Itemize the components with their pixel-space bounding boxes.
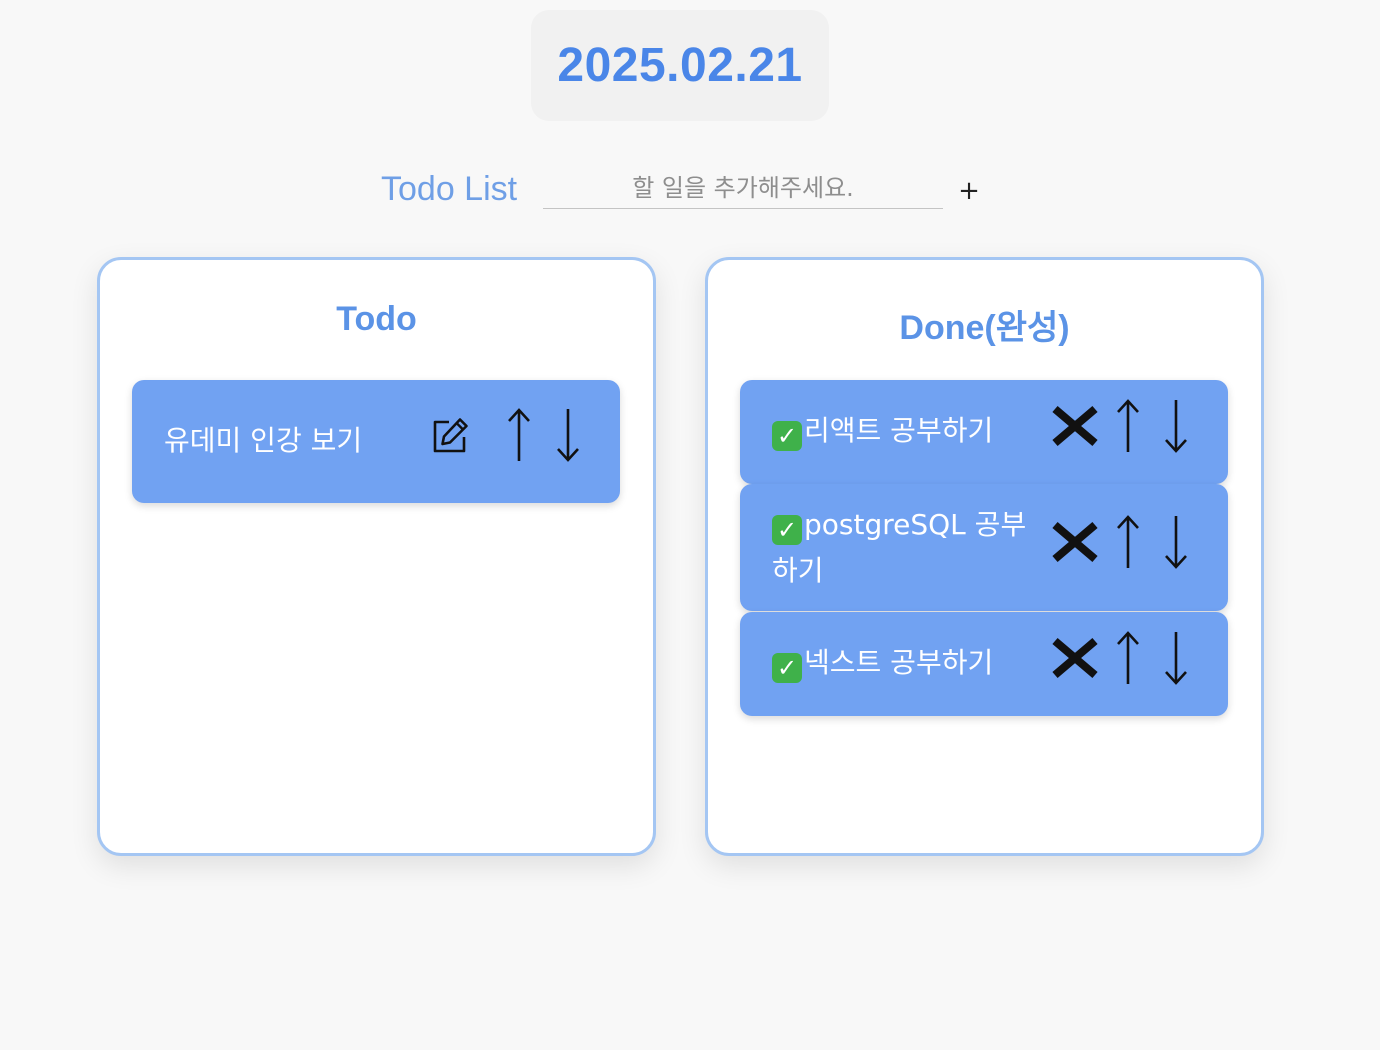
x-icon[interactable] bbox=[1048, 634, 1102, 682]
arrow-up-icon[interactable] bbox=[1114, 396, 1142, 456]
todo-item-text: 유데미 인강 보기 bbox=[164, 424, 363, 457]
edit-icon[interactable] bbox=[428, 414, 472, 458]
done-item-text: ✓ postgreSQL 공부하기 bbox=[772, 502, 1026, 594]
arrow-up-icon[interactable] bbox=[1114, 512, 1142, 572]
x-icon[interactable] bbox=[1048, 518, 1102, 566]
done-item-label-line2: 하기 bbox=[772, 554, 824, 587]
todo-panel: Todo 유데미 인강 보기 bbox=[97, 257, 656, 856]
done-item: ✓ postgreSQL 공부하기 bbox=[740, 484, 1228, 611]
done-item: ✓ 넥스트 공부하기 bbox=[740, 612, 1228, 716]
todo-panel-title: Todo bbox=[336, 300, 417, 338]
done-item: ✓ 리액트 공부하기 bbox=[740, 380, 1228, 484]
add-todo-button[interactable]: + bbox=[955, 174, 983, 208]
done-panel-title: Done(완성) bbox=[899, 309, 1070, 347]
date-header: 2025.02.21 bbox=[531, 10, 829, 121]
check-mark-icon: ✓ bbox=[772, 653, 802, 683]
arrow-up-icon[interactable] bbox=[504, 406, 534, 464]
todo-list-label: Todo List bbox=[381, 170, 518, 208]
done-item-label-line1: postgreSQL 공부 bbox=[804, 508, 1027, 541]
todo-input[interactable] bbox=[543, 168, 943, 209]
arrow-up-icon[interactable] bbox=[1114, 628, 1142, 688]
arrow-down-icon[interactable] bbox=[1162, 512, 1190, 572]
date-text: 2025.02.21 bbox=[557, 39, 803, 92]
done-panel: Done(완성) ✓ 리액트 공부하기 ✓ postgreSQL 공부 하기 ✓… bbox=[705, 257, 1264, 856]
todo-item: 유데미 인강 보기 bbox=[132, 380, 620, 503]
check-mark-icon: ✓ bbox=[772, 515, 802, 545]
done-item-text: ✓ 넥스트 공부하기 bbox=[772, 640, 993, 686]
arrow-down-icon[interactable] bbox=[1162, 628, 1190, 688]
check-mark-icon: ✓ bbox=[772, 421, 802, 451]
arrow-down-icon[interactable] bbox=[1162, 396, 1190, 456]
done-item-label: 넥스트 공부하기 bbox=[804, 646, 994, 679]
done-item-label: 리액트 공부하기 bbox=[804, 414, 994, 447]
arrow-down-icon[interactable] bbox=[553, 406, 583, 464]
x-icon[interactable] bbox=[1048, 402, 1102, 450]
done-item-text: ✓ 리액트 공부하기 bbox=[772, 408, 993, 454]
